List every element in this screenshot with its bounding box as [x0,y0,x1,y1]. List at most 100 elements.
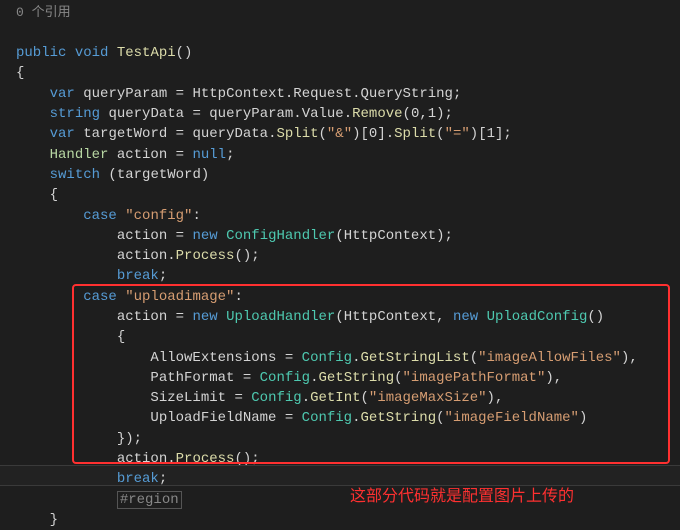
str-imageMaxSize: "imageMaxSize" [369,390,487,406]
dot: . [302,390,310,406]
eq: = [184,106,209,122]
str-eq: "=" [445,126,470,142]
Config: Config [302,410,352,426]
region-folded[interactable]: #region [117,491,182,509]
var-action: action [117,147,167,163]
Config: Config [251,390,301,406]
args: () [587,309,604,325]
paren: ( [394,370,402,386]
paren: ( [361,390,369,406]
kw-case: case [83,289,117,305]
idx: [1]; [478,126,512,142]
kw-void: void [75,45,109,61]
type-UploadConfig: UploadConfig [487,309,588,325]
Split: Split [394,126,436,142]
paren: ) [470,126,478,142]
Process: Process [176,248,235,264]
Split: Split [276,126,318,142]
Request: Request [293,86,352,102]
eq: = [167,228,192,244]
Config: Config [302,350,352,366]
Value: Value [302,106,344,122]
brace-open: { [16,65,24,81]
eq: = [276,410,301,426]
args: (); [234,451,259,467]
kw-var: var [50,126,75,142]
args: (HttpContext); [335,228,453,244]
type-Handler: Handler [50,147,109,163]
paren: ( [436,410,444,426]
str-uploadimage: "uploadimage" [125,289,234,305]
kw-new: new [192,309,217,325]
prop-SizeLimit: SizeLimit [150,390,226,406]
dot: . [352,410,360,426]
var-queryParam: queryParam [83,86,167,102]
var-queryData: queryData [108,106,184,122]
paren: ( [319,126,327,142]
eq: = [226,390,251,406]
colon: : [192,208,200,224]
args: (HttpContext, [335,309,453,325]
annotation-text: 这部分代码就是配置图片上传的 [350,485,574,508]
colon: : [234,289,242,305]
str-imageFieldName: "imageFieldName" [445,410,579,426]
semi: ; [159,471,167,487]
paren: ( [436,126,444,142]
var-targetWord: targetWord [83,126,167,142]
kw-switch: switch [50,167,100,183]
GetString: GetString [361,410,437,426]
parens: () [176,45,193,61]
Process: Process [176,451,235,467]
action: action. [117,451,176,467]
semi: ; [453,86,461,102]
close: }); [117,431,142,447]
kw-public: public [16,45,66,61]
semi: ; [226,147,234,163]
switch-expr: (targetWord) [100,167,209,183]
prop: queryData. [192,126,276,142]
codelens-references[interactable]: 0 个引用 [6,4,674,23]
paren: ), [487,390,504,406]
code-block: public void TestApi() { var queryParam =… [6,23,674,530]
prop-UploadFieldName: UploadFieldName [150,410,276,426]
dot: . [344,106,352,122]
type-ConfigHandler: ConfigHandler [226,228,335,244]
eq: = [167,309,192,325]
eq: = [167,147,192,163]
str-imagePathFormat: "imagePathFormat" [403,370,546,386]
paren: ( [470,350,478,366]
Remove: Remove [352,106,402,122]
paren: ) [352,126,360,142]
action: action [117,309,167,325]
kw-null: null [192,147,226,163]
prop-AllowExtensions: AllowExtensions [150,350,276,366]
action: action [117,228,167,244]
type-UploadHandler: UploadHandler [226,309,335,325]
dot: . [352,350,360,366]
kw-var: var [50,86,75,102]
str-amp: "&" [327,126,352,142]
eq: = [276,350,301,366]
method-name: TestApi [117,45,176,61]
brace-close: } [50,512,58,528]
eq: = [234,370,259,386]
kw-string: string [50,106,100,122]
GetString: GetString [318,370,394,386]
GetStringList: GetStringList [361,350,470,366]
paren: ) [579,410,587,426]
kw-new: new [453,309,478,325]
QueryString: QueryString [361,86,453,102]
eq: = [167,126,192,142]
prop: queryParam. [209,106,301,122]
paren: ), [545,370,562,386]
kw-break: break [117,268,159,284]
eq: = [167,86,192,102]
semi: ; [159,268,167,284]
HttpContext: HttpContext [192,86,284,102]
GetInt: GetInt [310,390,360,406]
args: (); [234,248,259,264]
kw-break: break [117,471,159,487]
prop-PathFormat: PathFormat [150,370,234,386]
paren: ), [621,350,638,366]
args: (0,1); [403,106,453,122]
